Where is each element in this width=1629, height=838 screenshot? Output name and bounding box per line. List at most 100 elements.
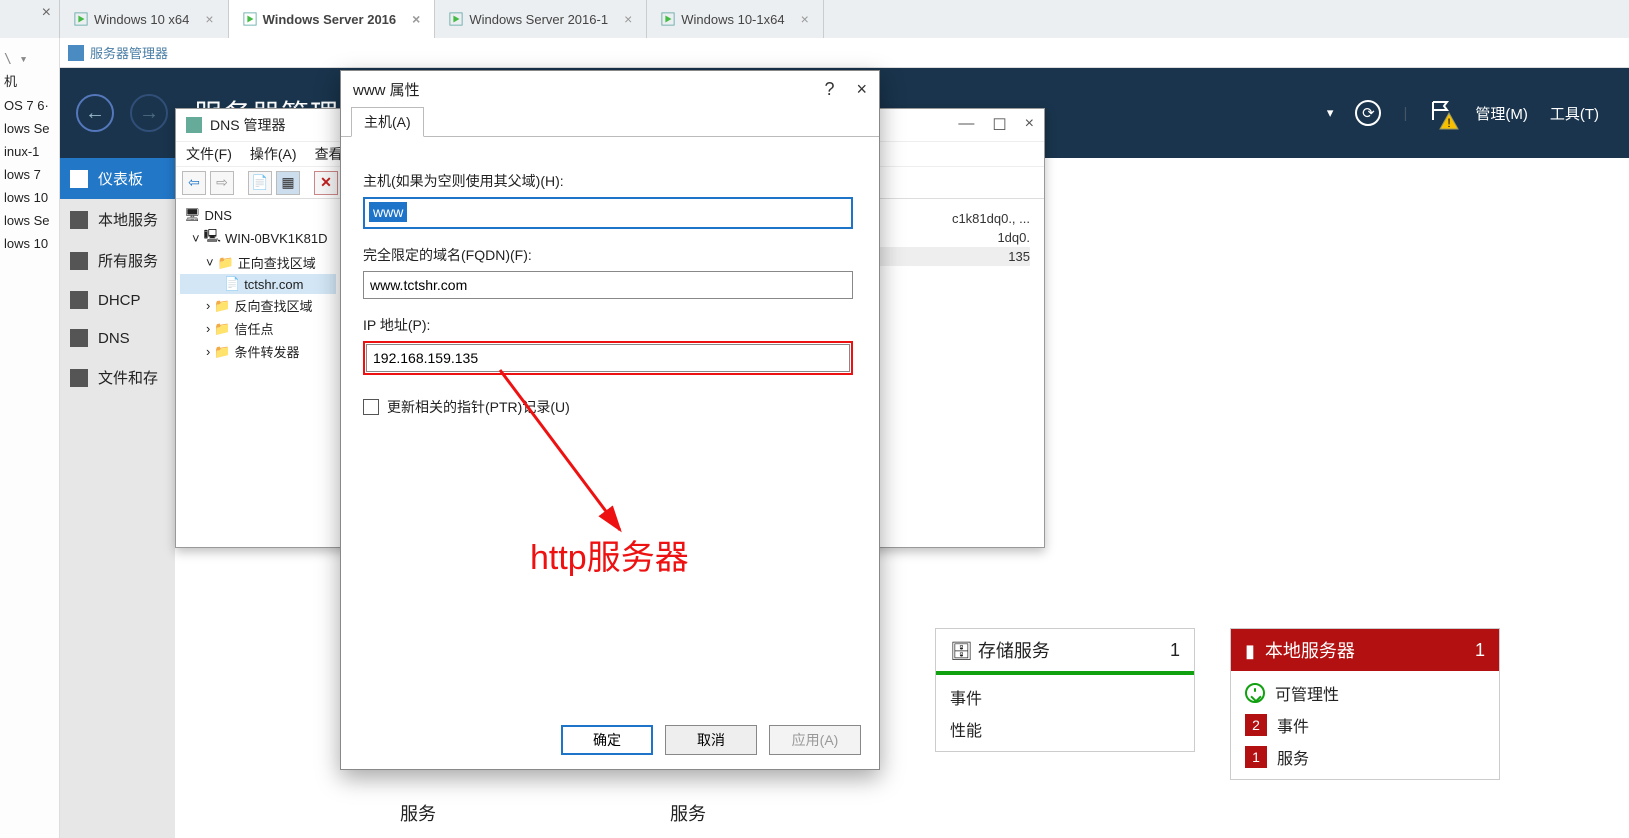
- tree-label: WIN-0BVK1K81D: [225, 231, 328, 246]
- menu-tools[interactable]: 工具(T): [1550, 103, 1599, 124]
- vm-library-strip: \ ▾ 机 OS 7 6· lows Se inux-1 lows 7 lows…: [0, 38, 60, 838]
- tile-count: 1: [1475, 640, 1485, 661]
- tree-node-reverse-zone[interactable]: ›📁反向查找区域: [180, 294, 336, 317]
- close-icon[interactable]: ×: [412, 11, 420, 27]
- tile-storage[interactable]: 🗄 存储服务 1 事件 性能: [935, 628, 1195, 752]
- list-item[interactable]: lows Se: [0, 209, 59, 232]
- list-item[interactable]: 机: [0, 67, 59, 94]
- vm-tab-2[interactable]: Windows Server 2016-1 ×: [435, 0, 647, 38]
- close-icon[interactable]: ×: [801, 11, 809, 27]
- dialog-titlebar[interactable]: www 属性 ? ×: [341, 71, 879, 107]
- host-input[interactable]: www: [363, 197, 853, 229]
- vm-tab-label: Windows 10-1x64: [681, 12, 784, 27]
- up-button[interactable]: 📄: [248, 171, 272, 195]
- list-item[interactable]: inux-1: [0, 140, 59, 163]
- tree-node-forward-zone[interactable]: ˅📁正向查找区域: [180, 251, 336, 274]
- list-item[interactable]: lows 10: [0, 186, 59, 209]
- play-icon: [243, 12, 257, 26]
- menu-file[interactable]: 文件(F): [186, 144, 232, 164]
- close-button[interactable]: ×: [856, 79, 867, 100]
- cancel-button[interactable]: 取消: [665, 725, 757, 755]
- tree-node-zone-tctshr[interactable]: 📄tctshr.com: [180, 274, 336, 294]
- ok-button[interactable]: 确定: [561, 725, 653, 755]
- menu-action[interactable]: 操作(A): [250, 144, 297, 164]
- checkbox-icon[interactable]: [363, 399, 379, 415]
- list-item[interactable]: OS 7 6·: [0, 94, 59, 117]
- props-button[interactable]: ▦: [276, 171, 300, 195]
- sidebar-item-label: 所有服务: [98, 250, 158, 271]
- tile-row-services[interactable]: 1服务: [1245, 741, 1485, 773]
- list-item[interactable]: lows 10: [0, 232, 59, 255]
- sidebar-item-all-servers[interactable]: 所有服务: [60, 240, 175, 281]
- apply-button[interactable]: 应用(A): [769, 725, 861, 755]
- storage-icon: [70, 369, 88, 387]
- tree-label: 反向查找区域: [235, 296, 313, 315]
- list-item[interactable]: lows 7: [0, 163, 59, 186]
- tree-node-dns[interactable]: 🖥DNS: [180, 205, 336, 225]
- vm-tab-0[interactable]: Windows 10 x64 ×: [60, 0, 229, 38]
- close-button[interactable]: ×: [1025, 115, 1034, 135]
- sidebar-item-dhcp[interactable]: DHCP: [60, 281, 175, 319]
- dashboard-icon: [70, 170, 88, 188]
- up-arrow-circle-icon: [1245, 683, 1265, 703]
- svg-text:!: !: [1448, 116, 1451, 130]
- caption-service-b: 服务: [670, 800, 706, 826]
- sidebar-item-file-storage[interactable]: 文件和存: [60, 357, 175, 398]
- expand-icon[interactable]: ›: [206, 321, 210, 336]
- vm-tab-1[interactable]: Windows Server 2016 ×: [229, 0, 436, 38]
- tile-row-manage[interactable]: 可管理性: [1245, 677, 1485, 709]
- tile-row-label: 性能: [950, 717, 982, 741]
- minimize-button[interactable]: —: [958, 115, 974, 135]
- servers-icon: [70, 252, 88, 270]
- caption-service-a: 服务: [400, 800, 436, 826]
- home-tab-close[interactable]: ×: [0, 0, 60, 38]
- host-input-value: www: [369, 202, 407, 222]
- tree-node-trust[interactable]: ›📁信任点: [180, 317, 336, 340]
- delete-button[interactable]: ✕: [314, 171, 338, 195]
- dns-app-icon: [186, 117, 202, 133]
- vm-tab-label: Windows Server 2016-1: [469, 12, 608, 27]
- menu-manage[interactable]: 管理(M): [1475, 103, 1528, 124]
- server-manager-icon: [68, 45, 84, 61]
- tile-row[interactable]: 事件: [950, 681, 1180, 713]
- back-button[interactable]: ⇦: [182, 171, 206, 195]
- maximize-button[interactable]: ☐: [992, 115, 1006, 135]
- play-icon: [449, 12, 463, 26]
- tile-row[interactable]: 性能: [950, 713, 1180, 745]
- list-item[interactable]: lows Se: [0, 117, 59, 140]
- sidebar-item-label: DNS: [98, 330, 130, 347]
- fqdn-input[interactable]: [363, 271, 853, 299]
- tile-local-server[interactable]: ▮ 本地服务器 1 可管理性 2事件 1服务: [1230, 628, 1500, 780]
- tile-row-events[interactable]: 2事件: [1245, 709, 1485, 741]
- expand-icon[interactable]: ˅: [206, 255, 214, 270]
- expand-icon[interactable]: ˅: [192, 231, 200, 246]
- nav-forward-button[interactable]: →: [130, 94, 168, 132]
- menu-view[interactable]: 查看: [315, 144, 343, 164]
- ptr-checkbox-row[interactable]: 更新相关的指针(PTR)记录(U): [363, 397, 857, 417]
- tree-node-server[interactable]: ˅🖳WIN-0BVK1K81D: [180, 225, 336, 251]
- vm-tab-3[interactable]: Windows 10-1x64 ×: [647, 0, 824, 38]
- server-icon: ▮: [1245, 641, 1255, 661]
- tile-header: ▮ 本地服务器 1: [1231, 629, 1499, 671]
- help-button[interactable]: ?: [824, 79, 834, 100]
- expand-icon[interactable]: ›: [206, 344, 210, 359]
- tree-node-forwarders[interactable]: ›📁条件转发器: [180, 340, 336, 363]
- forward-button[interactable]: ⇨: [210, 171, 234, 195]
- dropdown-caret-icon[interactable]: ▾: [1327, 105, 1334, 121]
- vm-tab-label: Windows 10 x64: [94, 12, 189, 27]
- sidebar-item-dashboard[interactable]: 仪表板: [60, 158, 175, 199]
- www-properties-dialog: www 属性 ? × 主机(A) 主机(如果为空则使用其父域)(H): www …: [340, 70, 880, 770]
- flag-icon[interactable]: !: [1429, 99, 1453, 127]
- tab-host[interactable]: 主机(A): [351, 107, 424, 137]
- ip-input[interactable]: [366, 344, 850, 372]
- sidebar-item-dns[interactable]: DNS: [60, 319, 175, 357]
- tile-title: 存储服务: [978, 641, 1050, 661]
- expand-icon[interactable]: ›: [206, 298, 210, 313]
- close-icon[interactable]: ×: [624, 11, 632, 27]
- vm-tab-label: Windows Server 2016: [263, 12, 397, 27]
- prompt: \ ▾: [0, 52, 59, 67]
- sidebar-item-local-server[interactable]: 本地服务: [60, 199, 175, 240]
- refresh-icon[interactable]: ⟳: [1355, 100, 1381, 126]
- close-icon[interactable]: ×: [205, 11, 213, 27]
- nav-back-button[interactable]: ←: [76, 94, 114, 132]
